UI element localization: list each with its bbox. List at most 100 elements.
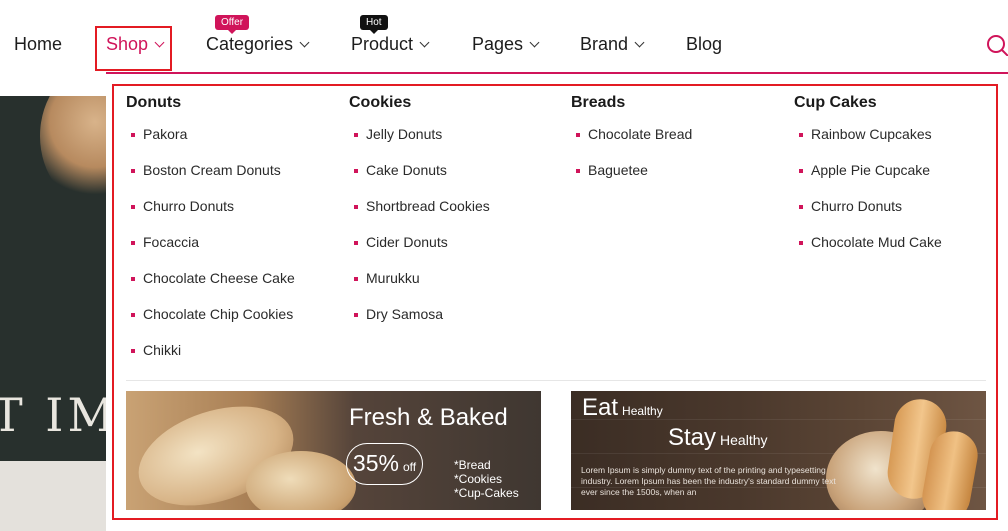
search-icon[interactable] — [986, 34, 1008, 56]
menu-link-label: Jelly Donuts — [366, 126, 443, 142]
bullet-icon — [799, 169, 803, 173]
stay-word: Stay — [668, 424, 717, 451]
menu-link-label: Chikki — [143, 342, 182, 358]
banner-list-item: *Cup-Cakes — [454, 486, 519, 500]
chevron-down-icon — [419, 37, 430, 47]
bullet-icon — [354, 169, 358, 173]
menu-link[interactable]: Cider Donuts — [349, 234, 490, 270]
menu-link[interactable]: Baguetee — [571, 162, 692, 198]
menu-link[interactable]: Jelly Donuts — [349, 126, 490, 162]
menu-link[interactable]: Chocolate Chip Cookies — [126, 306, 295, 342]
nav-categories-label: Categories — [206, 34, 294, 54]
menu-link[interactable]: Murukku — [349, 270, 490, 306]
nav-brand[interactable]: Brand — [580, 34, 645, 55]
eat-healthy-banner[interactable]: Eat Healthy Stay Healthy Lorem Ipsum is si… — [571, 391, 986, 510]
bullet-icon — [131, 241, 135, 245]
menu-link-label: Dry Samosa — [366, 306, 444, 322]
offer-badge: Offer — [215, 15, 250, 34]
menu-link[interactable]: Rainbow Cupcakes — [794, 126, 942, 162]
nav-pages[interactable]: Pages — [472, 34, 540, 55]
nav-home-label: Home — [14, 34, 63, 54]
menu-link[interactable]: Chocolate Bread — [571, 126, 692, 162]
bullet-icon — [799, 205, 803, 209]
bullet-icon — [131, 349, 135, 353]
menu-column-breads: Breads Chocolate Bread Baguetee — [571, 94, 692, 198]
menu-column-cup-cakes: Cup Cakes Rainbow Cupcakes Apple Pie Cup… — [794, 94, 942, 270]
bullet-icon — [576, 133, 580, 137]
menu-link[interactable]: Cake Donuts — [349, 162, 490, 198]
discount-percent: 35% — [352, 450, 399, 476]
menu-link[interactable]: Churro Donuts — [126, 198, 295, 234]
eat-sub: Healthy — [622, 404, 663, 418]
chevron-down-icon — [299, 37, 310, 47]
bullet-icon — [354, 313, 358, 317]
menu-link[interactable]: Pakora — [126, 126, 295, 162]
chevron-down-icon — [634, 37, 645, 47]
menu-link-label: Focaccia — [143, 234, 200, 250]
column-title: Cookies — [349, 94, 412, 111]
bullet-icon — [576, 169, 580, 173]
banner-list-item: *Cookies — [454, 472, 503, 486]
menu-link[interactable]: Churro Donuts — [794, 198, 942, 234]
menu-link[interactable]: Chocolate Mud Cake — [794, 234, 942, 270]
menu-link[interactable]: Shortbread Cookies — [349, 198, 490, 234]
banner-heading-eat: Eat Healthy — [582, 394, 663, 422]
hero-image — [40, 96, 106, 206]
hero-floor — [0, 461, 106, 531]
nav-blog[interactable]: Blog — [686, 34, 722, 55]
menu-link-label: Baguetee — [588, 162, 648, 178]
menu-link[interactable]: Boston Cream Donuts — [126, 162, 295, 198]
stay-sub: Healthy — [720, 432, 768, 448]
menu-link[interactable]: Dry Samosa — [349, 306, 490, 342]
column-title: Donuts — [126, 94, 182, 111]
hot-badge: Hot — [360, 15, 388, 34]
menu-link-label: Cake Donuts — [366, 162, 447, 178]
menu-link[interactable]: Focaccia — [126, 234, 295, 270]
nav-product-label: Product — [351, 34, 414, 54]
bullet-icon — [131, 169, 135, 173]
banner-product-list: *Bread *Cookies *Cup-Cakes — [454, 458, 519, 500]
menu-divider — [126, 380, 986, 381]
bullet-icon — [354, 277, 358, 281]
discount-badge: 35% off — [346, 443, 423, 485]
banner-heading-stay: Stay Healthy — [668, 424, 768, 452]
menu-link-label: Cider Donuts — [366, 234, 448, 250]
banner-title: Fresh & Baked — [349, 404, 508, 431]
bullet-icon — [354, 241, 358, 245]
menu-link-label: Apple Pie Cupcake — [811, 162, 931, 178]
bullet-icon — [131, 133, 135, 137]
nav-blog-label: Blog — [686, 34, 723, 54]
menu-link[interactable]: Apple Pie Cupcake — [794, 162, 942, 198]
menu-link[interactable]: Chocolate Cheese Cake — [126, 270, 295, 306]
bullet-icon — [354, 133, 358, 137]
bullet-icon — [131, 313, 135, 317]
bullet-icon — [131, 277, 135, 281]
bullet-icon — [354, 205, 358, 209]
menu-column-donuts: Donuts Pakora Boston Cream Donuts Churro… — [126, 94, 295, 378]
column-title: Breads — [571, 94, 626, 111]
menu-link-label: Pakora — [143, 126, 188, 142]
menu-link-label: Shortbread Cookies — [366, 198, 490, 214]
menu-link-label: Churro Donuts — [143, 198, 235, 214]
fresh-baked-banner[interactable]: Fresh & Baked 35% off *Bread *Cookies *C… — [126, 391, 541, 510]
column-title: Cup Cakes — [794, 94, 877, 111]
nav-product[interactable]: Product — [351, 34, 430, 55]
menu-link-label: Boston Cream Donuts — [143, 162, 281, 178]
menu-link-label: Chocolate Chip Cookies — [143, 306, 294, 322]
main-nav: Home Shop Offer Categories Hot Product P… — [0, 0, 1008, 72]
discount-off-label: off — [402, 460, 417, 474]
nav-pages-label: Pages — [472, 34, 524, 54]
menu-column-cookies: Cookies Jelly Donuts Cake Donuts Shortbr… — [349, 94, 490, 342]
hero-heading: T IMI — [0, 388, 106, 442]
hero-background: T IMI — [0, 96, 106, 531]
chevron-down-icon — [529, 37, 540, 47]
nav-categories[interactable]: Categories — [206, 34, 310, 55]
menu-link-label: Chocolate Cheese Cake — [143, 270, 295, 286]
bullet-icon — [799, 241, 803, 245]
bullet-icon — [799, 133, 803, 137]
nav-home[interactable]: Home — [14, 34, 62, 55]
menu-link-label: Chocolate Mud Cake — [811, 234, 942, 250]
bullet-icon — [131, 205, 135, 209]
menu-link[interactable]: Chikki — [126, 342, 295, 378]
shop-highlight-frame — [95, 26, 172, 71]
